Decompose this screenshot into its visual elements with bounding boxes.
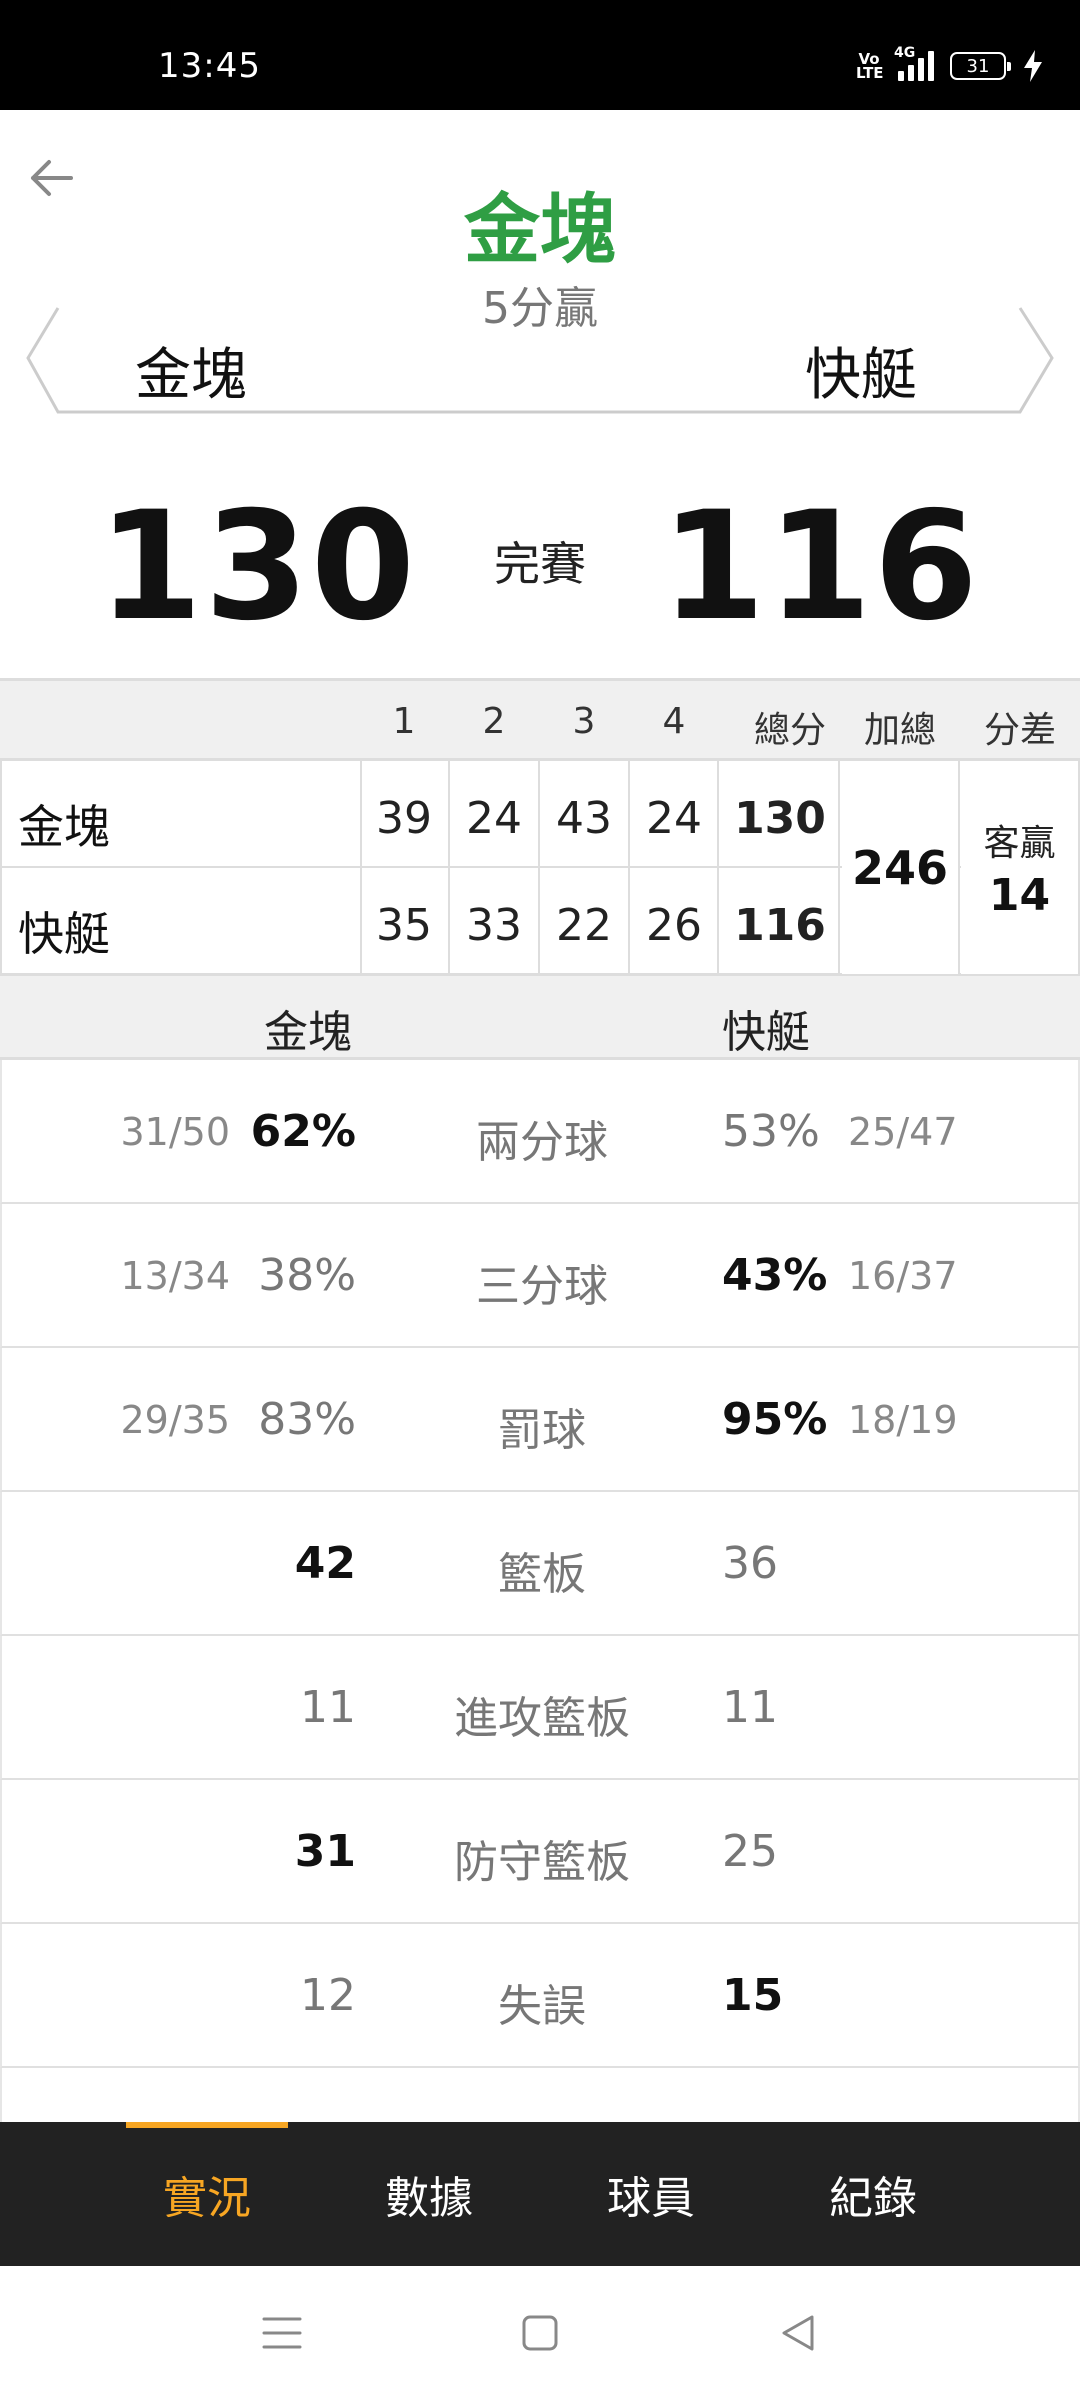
tab-players[interactable]: 球員 xyxy=(540,2122,762,2266)
row-total: 116 xyxy=(734,900,826,951)
diff-cell: 客贏 14 xyxy=(961,761,1078,974)
tab-records[interactable]: 紀錄 xyxy=(762,2122,984,2266)
stat-row-partial xyxy=(0,2068,1080,2122)
row-q1: 35 xyxy=(376,900,432,951)
sum-cell: 246 xyxy=(842,761,958,974)
header-q1: 1 xyxy=(392,701,416,742)
header-diff: 分差 xyxy=(983,710,1056,751)
team-left-name[interactable]: 金塊 xyxy=(135,330,247,411)
network-type: 4G xyxy=(894,45,916,61)
right-fraction: 16/37 xyxy=(848,1254,958,1298)
stat-row-def-rebounds: 31 防守籃板 25 xyxy=(0,1780,1080,1924)
header-sum: 加總 xyxy=(863,710,936,751)
menu-icon xyxy=(262,2317,302,2349)
tab-stats[interactable]: 數據 xyxy=(318,2122,540,2266)
stats-header-right: 快艇 xyxy=(722,1007,810,1058)
battery-level: 31 xyxy=(966,55,990,77)
square-home-icon xyxy=(522,2315,558,2351)
right-value: 43% xyxy=(722,1250,828,1301)
diff-label: 客贏 xyxy=(983,823,1056,864)
stats-list[interactable]: 31/50 62% 兩分球 53% 25/47 13/34 38% 三分球 43… xyxy=(0,1060,1080,2122)
right-value: 36 xyxy=(722,1538,778,1589)
right-value: 11 xyxy=(722,1682,778,1733)
battery-icon: 31 xyxy=(950,52,1011,80)
nav-back-button[interactable] xyxy=(763,2298,833,2368)
right-value: 95% xyxy=(722,1394,828,1445)
signal-icon: 4G xyxy=(894,45,934,81)
stats-header-left: 金塊 xyxy=(264,1007,352,1058)
sum-value: 246 xyxy=(851,840,949,895)
team-right-name[interactable]: 快艇 xyxy=(805,330,917,411)
diff-value: 14 xyxy=(988,870,1051,921)
volte-icon: Vo LTE xyxy=(856,50,884,82)
status-bar: 13:45 Vo LTE 4G 31 xyxy=(0,0,1080,110)
right-value: 15 xyxy=(722,1970,784,2021)
score-right: 116 xyxy=(660,480,980,654)
row-q3: 22 xyxy=(556,900,612,951)
system-nav-bar xyxy=(0,2266,1080,2400)
triangle-back-icon xyxy=(782,2315,814,2351)
row-total: 130 xyxy=(734,793,826,844)
winner-name: 金塊 xyxy=(464,185,616,274)
stat-row-off-rebounds: 11 進攻籃板 11 xyxy=(0,1636,1080,1780)
stat-label: 籃板 xyxy=(498,1549,586,1600)
header-q4: 4 xyxy=(662,701,686,742)
right-fraction: 18/19 xyxy=(848,1398,958,1442)
row-q4: 26 xyxy=(646,900,702,951)
stat-row-rebounds: 42 籃板 36 xyxy=(0,1492,1080,1636)
stat-label: 防守籃板 xyxy=(454,1837,630,1888)
status-time: 13:45 xyxy=(158,46,261,86)
row-team: 快艇 xyxy=(18,907,110,961)
right-value: 25 xyxy=(722,1826,778,1877)
row-q2: 24 xyxy=(466,793,522,844)
header-q3: 3 xyxy=(572,701,596,742)
bottom-tab-bar: 實況 數據 球員 紀錄 xyxy=(0,2122,1080,2266)
quarter-table-body: 金塊 39 24 43 24 130 快艇 35 33 22 26 116 24… xyxy=(0,758,1080,976)
quarter-score-table: 1 2 3 4 總分 加總 分差 金塊 39 24 43 24 130 快艇 3… xyxy=(0,678,1080,976)
right-value: 53% xyxy=(722,1106,820,1157)
row-q1: 39 xyxy=(376,793,432,844)
row-q2: 33 xyxy=(466,900,522,951)
row-q4: 24 xyxy=(646,793,702,844)
row-q3: 43 xyxy=(556,793,612,844)
stat-row-2pt: 31/50 62% 兩分球 53% 25/47 xyxy=(0,1060,1080,1204)
stat-row-3pt: 13/34 38% 三分球 43% 16/37 xyxy=(0,1204,1080,1348)
stat-row-turnovers: 12 失誤 15 xyxy=(0,1924,1080,2068)
stat-row-ft: 29/35 83% 罰球 95% 18/19 xyxy=(0,1348,1080,1492)
charging-bolt-icon xyxy=(1024,50,1042,82)
stats-header: 金塊 快艇 xyxy=(0,976,1080,1060)
header-q2: 2 xyxy=(482,701,506,742)
row-team: 金塊 xyxy=(18,800,110,854)
right-fraction: 25/47 xyxy=(848,1110,958,1154)
nav-menu-button[interactable] xyxy=(247,2298,317,2368)
tab-live[interactable]: 實況 xyxy=(96,2122,318,2266)
nav-home-button[interactable] xyxy=(505,2298,575,2368)
status-icons: Vo LTE 4G 31 xyxy=(856,45,1044,82)
stat-label: 進攻籃板 xyxy=(454,1693,630,1744)
quarter-table-header: 1 2 3 4 總分 加總 分差 xyxy=(0,678,1080,758)
stat-label: 失誤 xyxy=(498,1981,586,2032)
header-total: 總分 xyxy=(753,710,826,751)
